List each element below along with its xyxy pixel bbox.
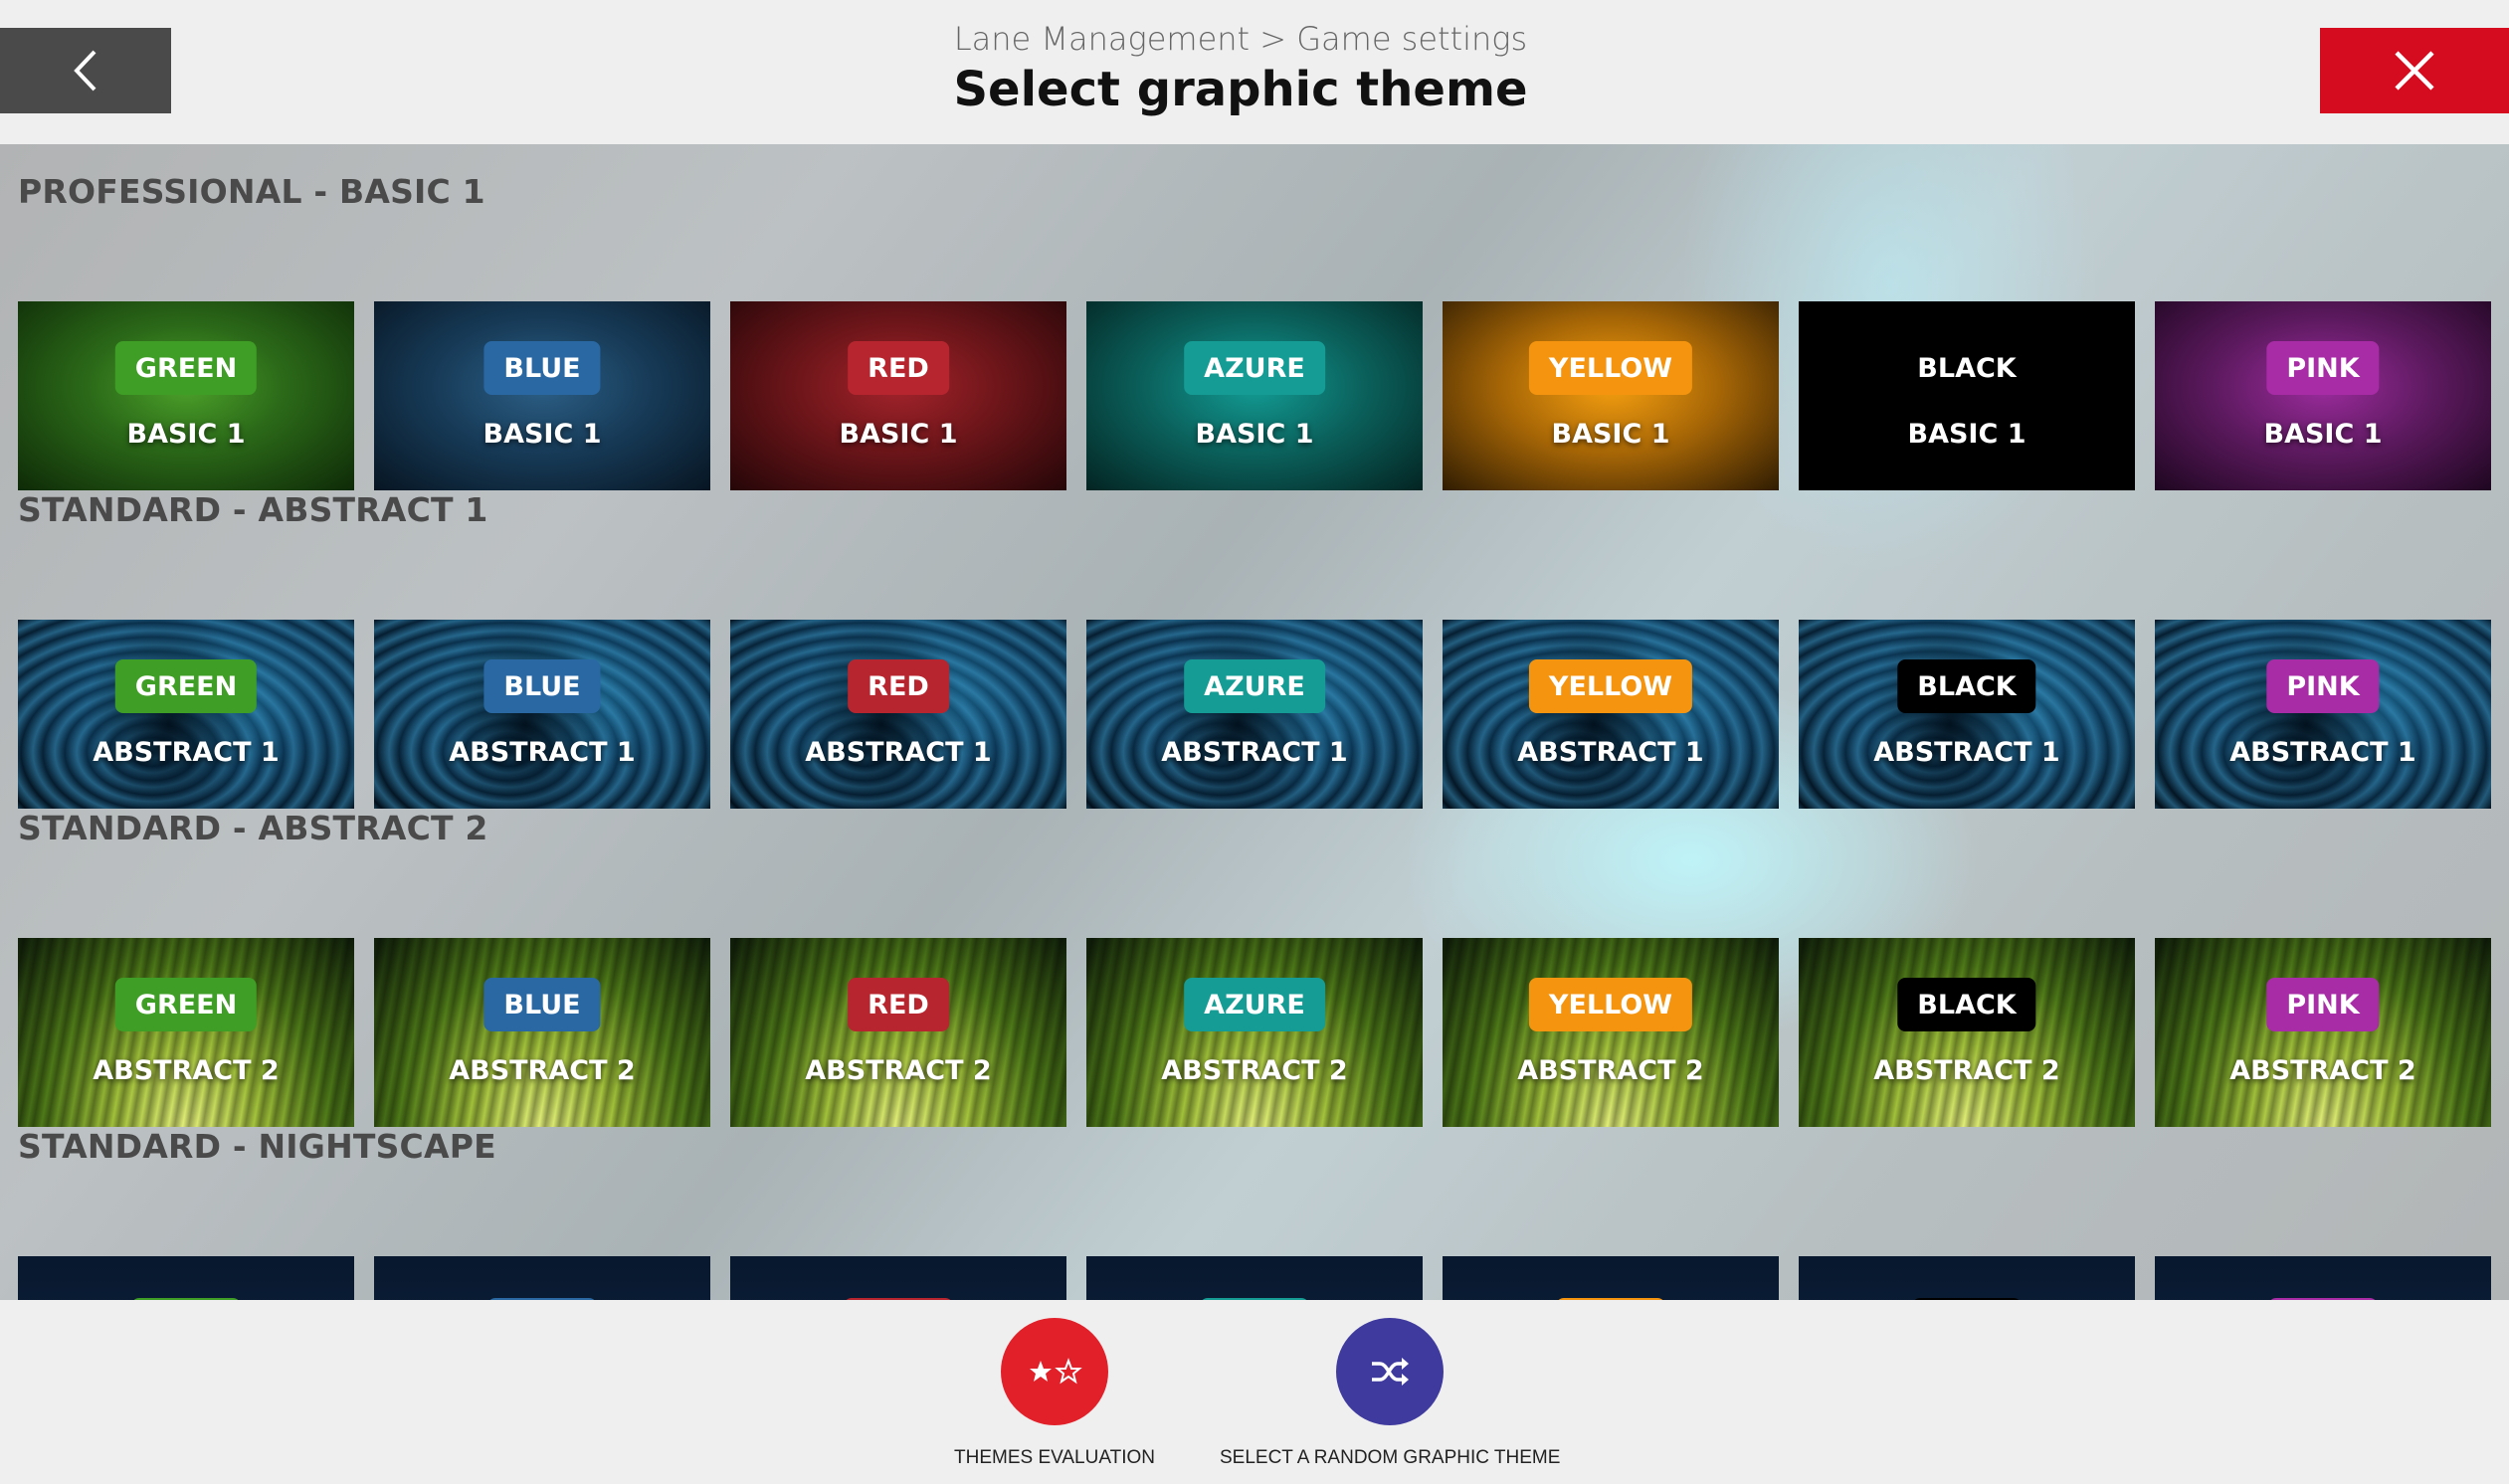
random-theme-action[interactable]: SELECT A RANDOM GRAPHIC THEME (1220, 1318, 1560, 1469)
random-theme-label: SELECT A RANDOM GRAPHIC THEME (1220, 1447, 1561, 1468)
theme-color-badge: BLUE (483, 978, 601, 1031)
theme-name: ABSTRACT 2 (1517, 1055, 1704, 1086)
theme-tile[interactable]: RED BASIC 1 (730, 301, 1066, 490)
theme-tile[interactable]: RED ABSTRACT 2 (730, 938, 1066, 1127)
theme-tile[interactable]: AZURE ABSTRACT 1 (1086, 620, 1423, 809)
random-theme-button[interactable] (1336, 1318, 1445, 1425)
footer: THEMES EVALUATION SELECT A RANDOM GRAPHI… (0, 1300, 2509, 1484)
theme-name: BASIC 1 (1551, 419, 1670, 450)
themes-evaluation-button[interactable] (1001, 1318, 1108, 1425)
themes-evaluation-label: THEMES EVALUATION (954, 1447, 1155, 1468)
theme-tile[interactable] (2155, 1256, 2491, 1300)
theme-color-badge: YELLOW (1528, 659, 1693, 713)
theme-name: BASIC 1 (1907, 419, 2026, 450)
theme-tile[interactable]: YELLOW ABSTRACT 2 (1443, 938, 1779, 1127)
theme-tile[interactable]: PINK ABSTRACT 1 (2155, 620, 2491, 809)
theme-name: ABSTRACT 1 (1873, 737, 2060, 768)
theme-name: BASIC 1 (1195, 419, 1314, 450)
theme-color-badge: BLACK (1917, 352, 2017, 384)
section-standard-abstract-2-title: STANDARD - ABSTRACT 2 (18, 809, 488, 847)
section-standard-abstract-1-title: STANDARD - ABSTRACT 1 (18, 490, 488, 529)
theme-color-badge: BLACK (1897, 978, 2036, 1031)
theme-tile[interactable]: YELLOW BASIC 1 (1443, 301, 1779, 490)
theme-tile[interactable] (1799, 1256, 2135, 1300)
themes-evaluation-action[interactable]: THEMES EVALUATION (954, 1318, 1155, 1469)
theme-name: ABSTRACT 2 (449, 1055, 636, 1086)
stars-icon (1030, 1358, 1082, 1385)
theme-list[interactable]: PROFESSIONAL - BASIC 1 GREEN BASIC 1 BLUE BA… (0, 144, 2509, 1300)
theme-name: ABSTRACT 2 (2229, 1055, 2416, 1086)
theme-color-badge: GREEN (114, 341, 258, 395)
theme-tile[interactable]: BLACK BASIC 1 (1799, 301, 2135, 490)
close-button[interactable] (2320, 28, 2509, 113)
theme-tile[interactable]: BLUE ABSTRACT 2 (374, 938, 710, 1127)
theme-tile[interactable]: BLACK ABSTRACT 2 (1799, 938, 2135, 1127)
theme-name: ABSTRACT 1 (1517, 737, 1704, 768)
header: Lane Management > Game settings Select g… (0, 0, 2509, 144)
theme-tile[interactable]: PINK ABSTRACT 2 (2155, 938, 2491, 1127)
theme-color-badge: BLUE (483, 341, 601, 395)
theme-tile[interactable]: BLUE ABSTRACT 1 (374, 620, 710, 809)
theme-tile[interactable]: GREEN ABSTRACT 2 (18, 938, 354, 1127)
theme-name: ABSTRACT 1 (2229, 737, 2416, 768)
theme-name: BASIC 1 (126, 419, 246, 450)
theme-tile[interactable]: PINK BASIC 1 (2155, 301, 2491, 490)
theme-tile[interactable]: GREEN ABSTRACT 1 (18, 620, 354, 809)
theme-color-badge: BLUE (483, 659, 601, 713)
theme-tile[interactable] (374, 1256, 710, 1300)
theme-color-badge: YELLOW (1528, 341, 1693, 395)
theme-name: ABSTRACT 2 (805, 1055, 992, 1086)
theme-tile[interactable]: YELLOW ABSTRACT 1 (1443, 620, 1779, 809)
theme-tile[interactable]: BLACK ABSTRACT 1 (1799, 620, 2135, 809)
theme-name: ABSTRACT 1 (449, 737, 636, 768)
theme-tile[interactable]: AZURE ABSTRACT 2 (1086, 938, 1423, 1127)
theme-name: BASIC 1 (839, 419, 958, 450)
theme-name: ABSTRACT 2 (1873, 1055, 2060, 1086)
theme-name: BASIC 1 (482, 419, 602, 450)
section-standard-nightscape-title: STANDARD - NIGHTSCAPE (18, 1127, 496, 1166)
theme-color-badge: PINK (2266, 341, 2380, 395)
theme-tile[interactable]: AZURE BASIC 1 (1086, 301, 1423, 490)
theme-tile[interactable] (730, 1256, 1066, 1300)
theme-color-badge: RED (848, 341, 949, 395)
theme-tile[interactable]: RED ABSTRACT 1 (730, 620, 1066, 809)
theme-color-badge: AZURE (1184, 978, 1325, 1031)
breadcrumb: Lane Management > Game settings (953, 20, 1528, 58)
theme-name: BASIC 1 (2263, 419, 2383, 450)
page-title: Select graphic theme (953, 62, 1528, 117)
theme-color-badge: RED (848, 659, 949, 713)
section-professional-basic-1-title: PROFESSIONAL - BASIC 1 (18, 172, 485, 211)
theme-color-badge: GREEN (114, 659, 258, 713)
theme-color-badge: PINK (2266, 659, 2380, 713)
theme-name: ABSTRACT 2 (1161, 1055, 1348, 1086)
theme-color-badge: RED (848, 978, 949, 1031)
theme-tile[interactable]: GREEN BASIC 1 (18, 301, 354, 490)
theme-name: ABSTRACT 2 (93, 1055, 280, 1086)
theme-tile[interactable] (18, 1256, 354, 1300)
theme-name: ABSTRACT 1 (1161, 737, 1348, 768)
shuffle-icon (1372, 1358, 1410, 1386)
theme-color-badge: AZURE (1184, 341, 1325, 395)
theme-color-badge: YELLOW (1528, 978, 1693, 1031)
theme-color-badge: GREEN (114, 978, 258, 1031)
theme-name: ABSTRACT 1 (805, 737, 992, 768)
theme-color-badge: BLACK (1897, 659, 2036, 713)
theme-tile[interactable]: BLUE BASIC 1 (374, 301, 710, 490)
theme-color-badge: PINK (2266, 978, 2380, 1031)
theme-color-badge: AZURE (1184, 659, 1325, 713)
theme-tile[interactable] (1086, 1256, 1423, 1300)
theme-tile[interactable] (1443, 1256, 1779, 1300)
theme-name: ABSTRACT 1 (93, 737, 280, 768)
close-icon (2395, 51, 2434, 91)
